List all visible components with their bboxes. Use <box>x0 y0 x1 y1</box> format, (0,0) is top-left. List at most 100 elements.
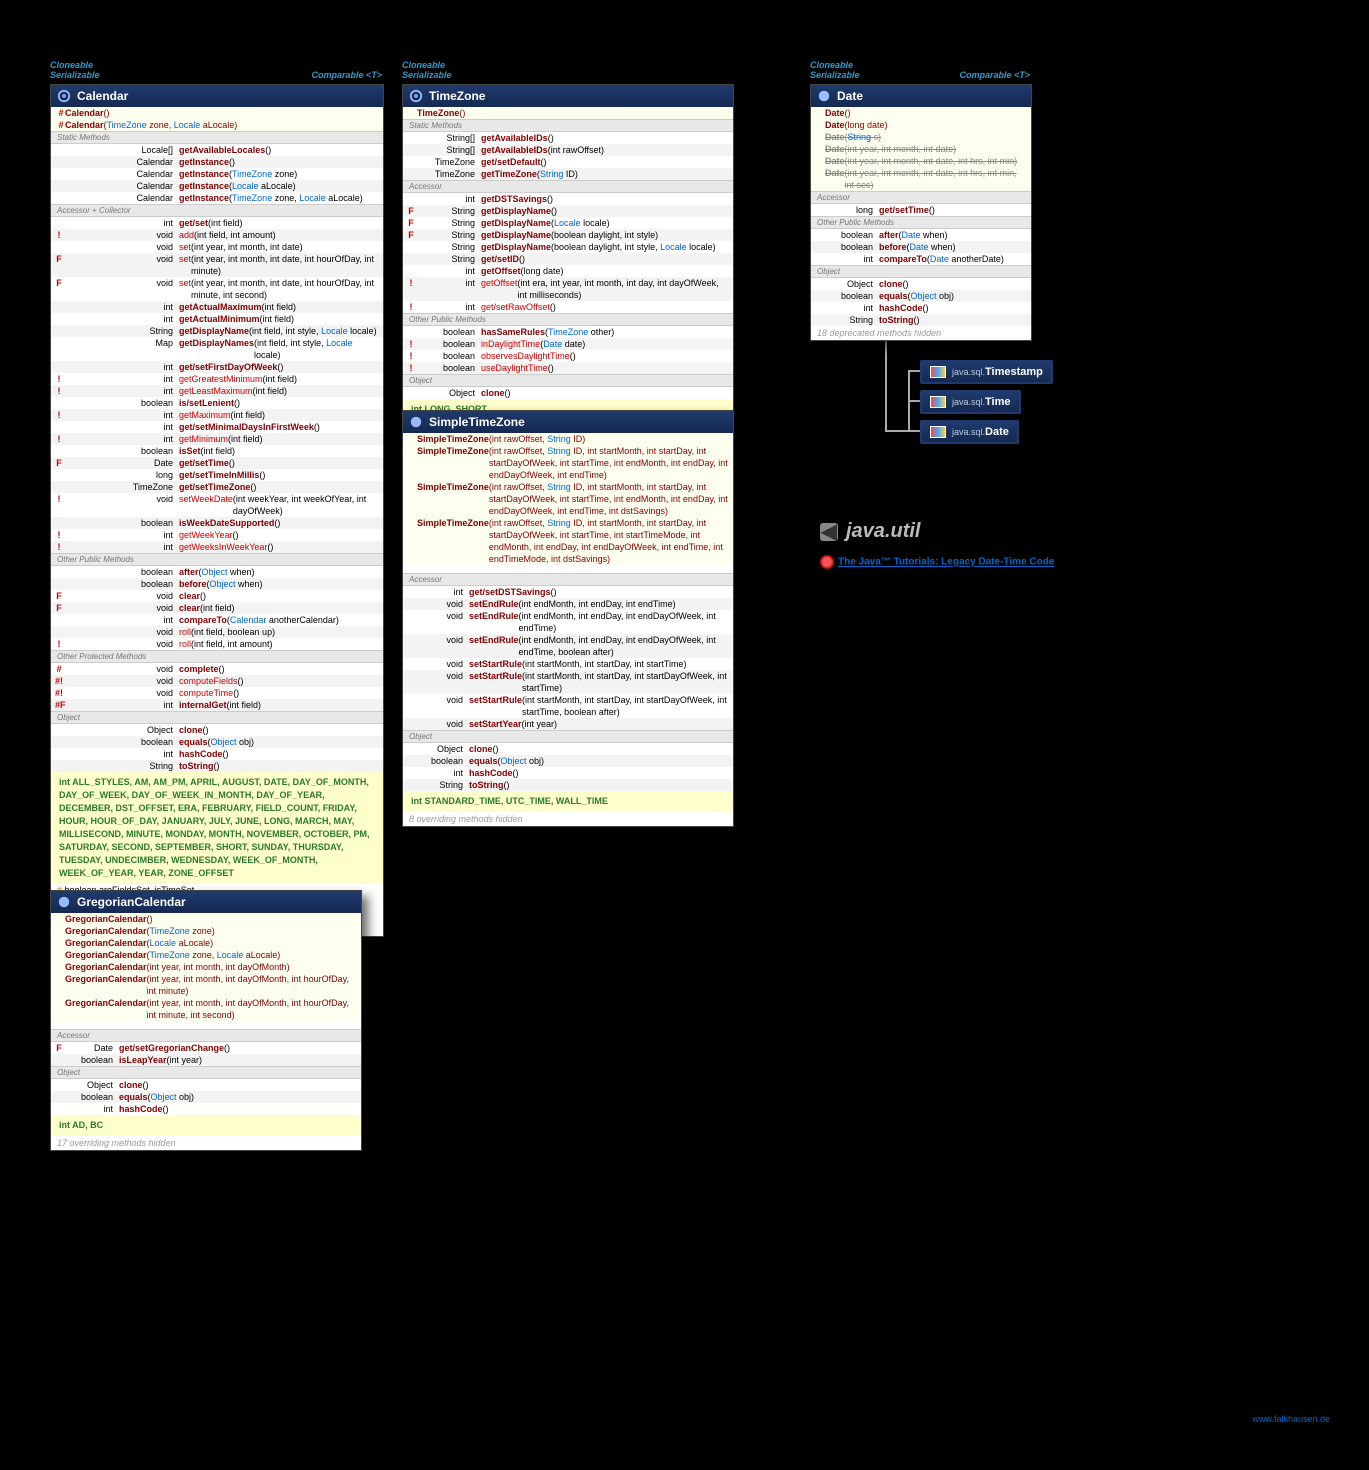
constructor-row: SimpleTimeZone (int rawOffset, String ID… <box>403 433 733 445</box>
link-serializable[interactable]: Serializable <box>50 70 100 80</box>
date-implements: Cloneable Serializable Comparable <T> <box>810 60 1030 80</box>
class-date: Date Date ()Date (long date)Date (String… <box>810 84 1032 341</box>
stz-hidden: 8 overriding methods hidden <box>403 812 733 826</box>
method-row: TimeZoneget/setDefault () <box>403 156 733 168</box>
method-row: String[]getAvailableIDs (int rawOffset) <box>403 144 733 156</box>
method-row: voidsetStartRule (int startMonth, int st… <box>403 694 733 718</box>
package-label: ◀ java.util <box>820 520 920 543</box>
method-row: StringtoString () <box>51 760 383 772</box>
method-row: !intgetOffset (int era, int year, int mo… <box>403 277 733 301</box>
constructor-row: #Calendar () <box>51 107 383 119</box>
link-time[interactable]: java.sql.Time <box>920 390 1021 414</box>
method-row: #!voidcomputeFields () <box>51 675 383 687</box>
stz-constants: int STANDARD_TIME, UTC_TIME, WALL_TIME <box>403 791 733 812</box>
greg-header: GregorianCalendar <box>51 891 361 913</box>
constructor-row: Date (int year, int month, int date, int… <box>811 167 1031 191</box>
method-row: inthashCode () <box>51 1103 361 1115</box>
line-sql-date <box>908 430 920 432</box>
method-row: MapgetDisplayNames (int field, int style… <box>51 337 383 361</box>
line-date-sql-h <box>885 430 910 432</box>
method-row: longget/setTime () <box>811 204 1031 216</box>
method-row: intget/setDSTSavings () <box>403 586 733 598</box>
method-row: CalendargetInstance (Locale aLocale) <box>51 180 383 192</box>
method-row: intget/set (int field) <box>51 217 383 229</box>
method-row: !voidroll (int field, int amount) <box>51 638 383 650</box>
method-row: Objectclone () <box>811 278 1031 290</box>
method-row: inthashCode () <box>51 748 383 760</box>
constructor-row: Date (int year, int month, int date) <box>811 143 1031 155</box>
package-icon <box>930 426 946 438</box>
package-icon <box>930 366 946 378</box>
calendar-header: Calendar <box>51 85 383 107</box>
method-row: booleanequals (Object obj) <box>51 1091 361 1103</box>
method-row: Fvoidclear () <box>51 590 383 602</box>
calendar-prot-label: Other Protected Methods <box>51 650 383 663</box>
method-row: !intgetMinimum (int field) <box>51 433 383 445</box>
method-row: voidroll (int field, boolean up) <box>51 626 383 638</box>
constructor-row: GregorianCalendar (Locale aLocale) <box>51 937 361 949</box>
method-row: StringtoString () <box>403 779 733 791</box>
calendar-static-label: Static Methods <box>51 131 383 144</box>
stz-header: SimpleTimeZone <box>403 411 733 433</box>
method-row: voidsetStartRule (int startMonth, int st… <box>403 658 733 670</box>
link-timestamp[interactable]: java.sql.Timestamp <box>920 360 1053 384</box>
link-cloneable-3[interactable]: Cloneable <box>810 60 853 70</box>
method-row: FStringgetDisplayName () <box>403 205 733 217</box>
stz-obj-label: Object <box>403 730 733 743</box>
method-row: TimeZoneget/setTimeZone () <box>51 481 383 493</box>
method-row: voidsetEndRule (int endMonth, int endDay… <box>403 610 733 634</box>
method-row: intcompareTo (Calendar anotherCalendar) <box>51 614 383 626</box>
method-row: CalendargetInstance (TimeZone zone) <box>51 168 383 180</box>
calendar-implements: Cloneable Serializable Comparable <T> <box>50 60 382 80</box>
constructor-row: GregorianCalendar (int year, int month, … <box>51 973 361 997</box>
constructor-row: GregorianCalendar () <box>51 913 361 925</box>
constructor-row: Date (long date) <box>811 119 1031 131</box>
class-icon <box>409 415 423 429</box>
constructor-row: SimpleTimeZone (int rawOffset, String ID… <box>403 517 733 565</box>
date-acc-label: Accessor <box>811 191 1031 204</box>
tutorial-link[interactable]: The Java™ Tutorials: Legacy Date-Time Co… <box>820 555 1054 569</box>
link-cloneable-2[interactable]: Cloneable <box>402 60 445 70</box>
method-row: Objectclone () <box>51 1079 361 1091</box>
constructor-row: GregorianCalendar (int year, int month, … <box>51 997 361 1021</box>
class-calendar: Calendar #Calendar ()#Calendar (TimeZone… <box>50 84 384 937</box>
method-row: Objectclone () <box>403 743 733 755</box>
method-row: booleanbefore (Object when) <box>51 578 383 590</box>
method-row: voidsetEndRule (int endMonth, int endDay… <box>403 598 733 610</box>
link-serializable-3[interactable]: Serializable <box>810 70 860 80</box>
credit[interactable]: www.falkhausen.de <box>1252 1414 1330 1424</box>
method-row: StringtoString () <box>811 314 1031 326</box>
method-row: !voidsetWeekDate (int weekYear, int week… <box>51 493 383 517</box>
link-cloneable[interactable]: Cloneable <box>50 60 93 70</box>
method-row: #voidcomplete () <box>51 663 383 675</box>
link-comparable[interactable]: Comparable <T> <box>311 70 382 80</box>
method-row: voidsetStartRule (int startMonth, int st… <box>403 670 733 694</box>
date-title: Date <box>837 89 863 103</box>
link-comparable-2[interactable]: Comparable <T> <box>959 70 1030 80</box>
constructor-row: Date (int year, int month, int date, int… <box>811 155 1031 167</box>
method-row: StringgetDisplayName (boolean daylight, … <box>403 241 733 253</box>
timezone-implements: Cloneable Serializable <box>402 60 732 80</box>
method-row: intget/setMinimalDaysInFirstWeek () <box>51 421 383 433</box>
method-row: !booleaninDaylightTime (Date date) <box>403 338 733 350</box>
method-row: Objectclone () <box>403 387 733 399</box>
greg-title: GregorianCalendar <box>77 895 186 909</box>
date-hidden: 18 deprecated methods hidden <box>811 326 1031 340</box>
method-row: intgetDSTSavings () <box>403 193 733 205</box>
method-row: !intgetMaximum (int field) <box>51 409 383 421</box>
method-row: Objectclone () <box>51 724 383 736</box>
method-row: Locale[]getAvailableLocales () <box>51 144 383 156</box>
method-row: Fvoidclear (int field) <box>51 602 383 614</box>
link-serializable-2[interactable]: Serializable <box>402 70 452 80</box>
constructor-row: Date () <box>811 107 1031 119</box>
method-row: FStringgetDisplayName (boolean daylight,… <box>403 229 733 241</box>
method-row: StringgetDisplayName (int field, int sty… <box>51 325 383 337</box>
method-row: booleanequals (Object obj) <box>403 755 733 767</box>
link-sqldate[interactable]: java.sql.Date <box>920 420 1019 444</box>
method-row: FDateget/setGregorianChange () <box>51 1042 361 1054</box>
method-row: #FintinternalGet (int field) <box>51 699 383 711</box>
method-row: booleanis/setLenient () <box>51 397 383 409</box>
method-row: longget/setTimeInMillis () <box>51 469 383 481</box>
date-header: Date <box>811 85 1031 107</box>
package-icon <box>930 396 946 408</box>
